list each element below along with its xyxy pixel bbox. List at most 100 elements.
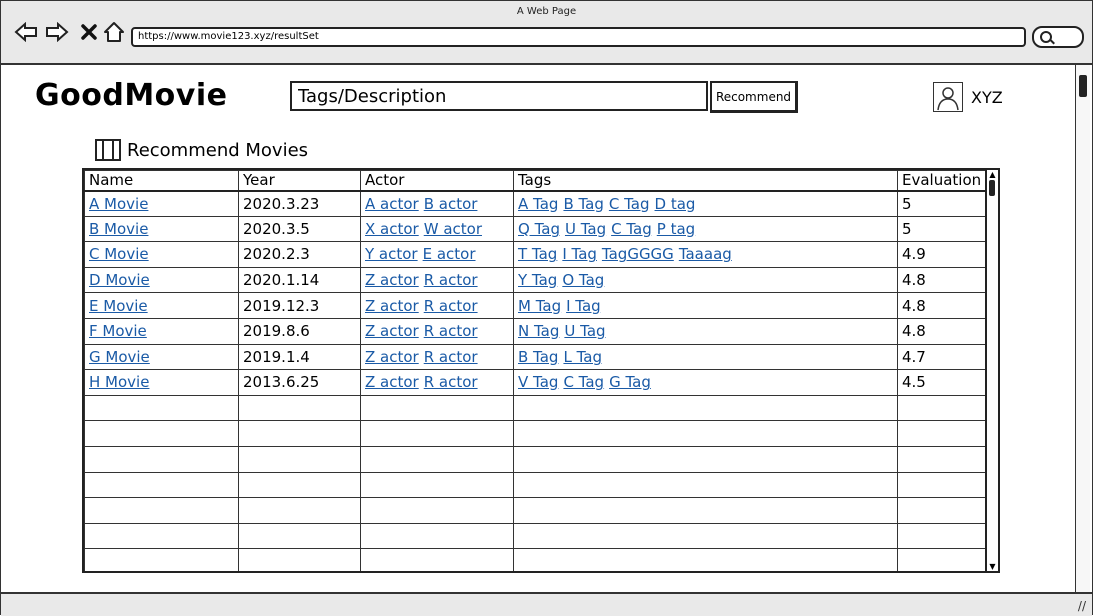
tag-link[interactable]: TagGGGG [602,245,674,263]
actor-link[interactable]: Y actor [365,245,418,263]
table-scrollbar[interactable]: ▲ ▼ [985,170,998,571]
tag-link[interactable]: P tag [657,220,695,238]
actor-link[interactable]: R actor [424,348,478,366]
column-header-name[interactable]: Name [84,170,239,192]
movie-link[interactable]: E Movie [89,297,148,315]
tag-link[interactable]: I Tag [562,245,597,263]
browser-window: A Web Page https://www.movie123.xyz/resu… [0,0,1093,616]
table-row-empty [84,420,988,447]
column-header-year[interactable]: Year [238,170,361,192]
tag-link[interactable]: C Tag [611,220,652,238]
actor-link[interactable]: Z actor [365,373,419,391]
table-row-empty [84,471,988,499]
actor-link[interactable]: A actor [365,195,419,213]
tag-link[interactable]: C Tag [609,195,650,213]
empty-cell [84,420,239,447]
tags-cell: V Tag C Tag G Tag [513,369,898,396]
actor-link[interactable]: Z actor [365,297,419,315]
tag-link[interactable]: I Tag [566,297,601,315]
year-cell: 2020.1.14 [238,266,361,294]
year-cell: 2019.12.3 [238,292,361,319]
movie-link[interactable]: B Movie [89,220,148,238]
tag-link[interactable]: G Tag [609,373,651,391]
empty-cell [897,548,988,571]
page-scrollbar[interactable] [1075,65,1090,592]
scroll-up-icon[interactable]: ▲ [988,170,997,179]
tag-link[interactable]: T Tag [518,245,557,263]
empty-cell [238,471,361,499]
site-logo[interactable]: GoodMovie [35,78,227,113]
recommend-button[interactable]: Recommend [710,81,798,113]
tag-link[interactable]: D tag [655,195,696,213]
tag-link[interactable]: U Tag [565,220,606,238]
tag-link[interactable]: A Tag [518,195,558,213]
movie-link[interactable]: G Movie [89,348,150,366]
back-icon[interactable] [13,19,39,45]
actor-link[interactable]: E actor [423,245,476,263]
forward-icon[interactable] [44,19,70,45]
tag-link[interactable]: Y Tag [518,271,557,289]
user-name[interactable]: XYZ [971,88,1003,107]
empty-cell [897,445,988,473]
column-header-evaluation[interactable]: Evaluation [897,170,988,192]
name-cell: E Movie [84,292,239,319]
actor-link[interactable]: R actor [424,322,478,340]
movie-link[interactable]: D Movie [89,271,150,289]
movies-table: Name Year Actor Tags Evaluation A Movie 2020.… [82,168,1000,573]
empty-cell [84,548,239,571]
tag-link[interactable]: L Tag [563,348,602,366]
tag-link[interactable]: V Tag [518,373,558,391]
movie-link[interactable]: C Movie [89,245,149,263]
column-header-tags[interactable]: Tags [513,170,898,192]
tags-cell: N Tag U Tag [513,317,898,345]
table-row: G Movie 2019.1.4 Z actor R actor B Tag L Tag 4… [84,343,988,371]
tag-link[interactable]: M Tag [518,297,561,315]
name-cell: C Movie [84,241,239,268]
movie-link[interactable]: A Movie [89,195,148,213]
empty-cell [238,420,361,447]
search-icon [1040,31,1052,43]
tag-link[interactable]: Taaaag [679,245,732,263]
tag-link[interactable]: B Tag [518,348,558,366]
name-cell: B Movie [84,215,239,243]
column-header-actor[interactable]: Actor [360,170,514,192]
tag-link[interactable]: C Tag [563,373,604,391]
tag-link[interactable]: N Tag [518,322,559,340]
movie-link[interactable]: H Movie [89,373,149,391]
table-header-row: Name Year Actor Tags Evaluation [84,170,988,192]
movie-link[interactable]: F Movie [89,322,147,340]
actor-link[interactable]: R actor [424,297,478,315]
actor-link[interactable]: B actor [424,195,478,213]
address-bar[interactable]: https://www.movie123.xyz/resultSet [131,27,1026,47]
empty-cell [84,471,239,499]
browser-search-button[interactable] [1032,26,1084,48]
tag-link[interactable]: B Tag [563,195,603,213]
tag-link[interactable]: Q Tag [518,220,560,238]
tag-link[interactable]: O Tag [562,271,604,289]
empty-cell [360,548,514,571]
section-title: Recommend Movies [127,139,309,161]
close-icon[interactable] [76,19,102,45]
home-icon[interactable] [101,19,127,45]
resize-grip-icon[interactable]: // [1078,599,1086,613]
actor-link[interactable]: R actor [424,271,478,289]
actor-link[interactable]: Z actor [365,348,419,366]
scroll-down-icon[interactable]: ▼ [988,562,997,571]
actor-link[interactable]: Z actor [365,271,419,289]
table-scroll-thumb[interactable] [989,180,995,196]
page-scroll-thumb[interactable] [1079,75,1087,97]
evaluation-cell: 5 [897,190,988,217]
search-input[interactable] [290,81,708,111]
tag-link[interactable]: U Tag [564,322,605,340]
empty-cell [360,522,514,550]
year-cell: 2019.8.6 [238,317,361,345]
name-cell: D Movie [84,266,239,294]
actor-link[interactable]: R actor [424,373,478,391]
empty-cell [513,497,898,524]
actor-link[interactable]: X actor [365,220,419,238]
actor-link[interactable]: Z actor [365,322,419,340]
empty-cell [513,522,898,550]
browser-chrome: A Web Page https://www.movie123.xyz/resu… [1,1,1092,65]
actor-link[interactable]: W actor [424,220,482,238]
user-avatar-icon[interactable] [933,82,963,112]
